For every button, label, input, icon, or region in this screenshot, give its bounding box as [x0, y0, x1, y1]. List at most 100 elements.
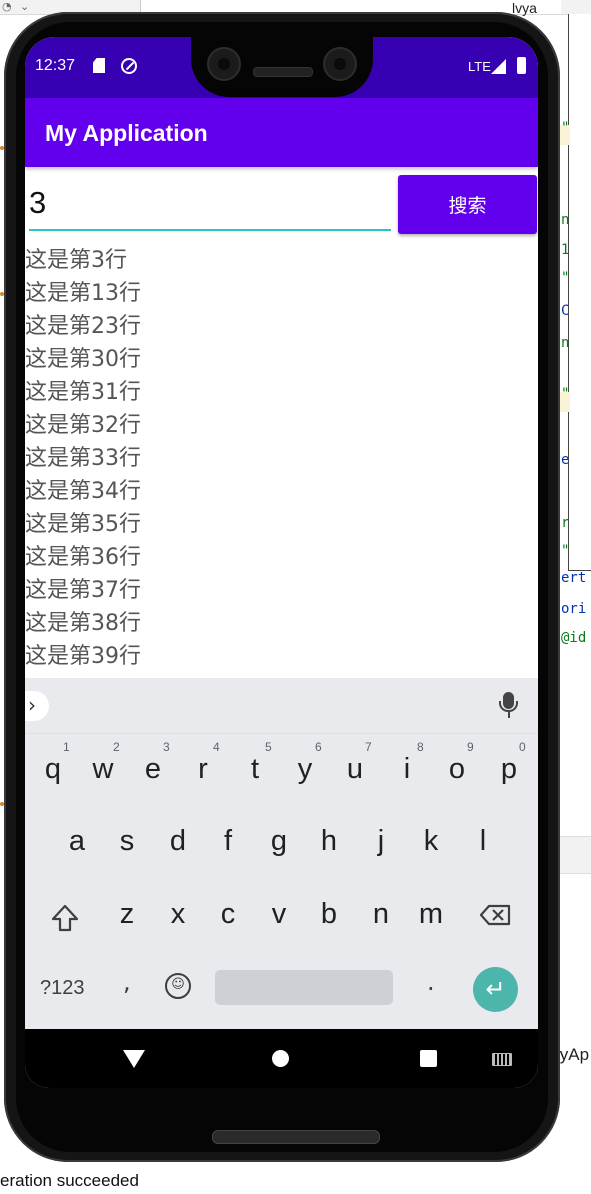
key-q[interactable]: q [33, 753, 73, 786]
list-item[interactable]: 这是第38行 [25, 607, 538, 640]
ide-code-fragment: n [561, 335, 570, 351]
camera-notch [191, 37, 373, 97]
key-m[interactable]: m [411, 898, 451, 931]
key-hint: 0 [519, 740, 526, 754]
list-item[interactable]: 这是第39行 [25, 640, 538, 673]
key-a[interactable]: a [57, 825, 97, 858]
key-l[interactable]: l [463, 825, 503, 858]
list-item[interactable]: 这是第30行 [25, 343, 538, 376]
earpiece [253, 67, 313, 77]
app-bar: My Application [25, 98, 538, 167]
key-e[interactable]: e [133, 753, 173, 786]
list-item[interactable]: 这是第3行 [25, 244, 538, 277]
key-s[interactable]: s [107, 825, 147, 858]
ide-code-fragment: " [561, 270, 570, 286]
key-f[interactable]: f [208, 825, 248, 858]
result-list[interactable]: 这是第3行 这是第13行 这是第23行 这是第30行 这是第31行 这是第32行 这是第33… [25, 244, 538, 684]
back-icon[interactable] [123, 1050, 145, 1068]
recents-icon[interactable] [420, 1050, 437, 1067]
key-d[interactable]: d [158, 825, 198, 858]
list-item[interactable]: 这是第23行 [25, 310, 538, 343]
key-hint: 9 [467, 740, 474, 754]
ide-tab-label[interactable]: lvya [512, 0, 537, 16]
list-item[interactable]: 这是第35行 [25, 508, 538, 541]
ide-code-fragment: " [561, 386, 570, 402]
ide-code-fragment: r [561, 515, 570, 531]
keyboard-switch-icon[interactable] [492, 1053, 512, 1066]
key-u[interactable]: u [335, 753, 375, 786]
list-item[interactable]: 这是第31行 [25, 376, 538, 409]
suggestion-strip: › [25, 678, 538, 734]
ide-code-fragment: 1 [561, 242, 570, 258]
key-y[interactable]: y [285, 753, 325, 786]
key-w[interactable]: w [83, 753, 123, 786]
ide-code-fragment: " [561, 543, 570, 559]
emoji-icon[interactable]: ☺ [165, 973, 191, 999]
device-screen: 12:37 LTE My Application 搜索 这是第3行这是第13行这… [25, 37, 538, 1088]
key-h[interactable]: h [309, 825, 349, 858]
ide-code-fragment: C [561, 303, 570, 319]
data-saver-icon [121, 58, 137, 74]
battery-icon [517, 57, 526, 74]
key-hint: 3 [163, 740, 170, 754]
ide-dropdown-icon[interactable]: ⌄ [20, 0, 29, 13]
key-hint: 2 [113, 740, 120, 754]
status-bar: 12:37 LTE [25, 37, 538, 98]
mic-icon[interactable] [499, 692, 518, 712]
ide-toolbar-icon[interactable]: ◔ [2, 0, 12, 13]
key-r[interactable]: r [183, 753, 223, 786]
expand-toolbar-icon[interactable]: › [25, 691, 49, 721]
key-x[interactable]: x [158, 898, 198, 931]
search-button[interactable]: 搜索 [398, 175, 537, 234]
list-item[interactable]: 这是第34行 [25, 475, 538, 508]
key-o[interactable]: o [437, 753, 477, 786]
symbols-key[interactable]: ?123 [40, 977, 85, 1000]
key-c[interactable]: c [208, 898, 248, 931]
list-item[interactable]: 这是第32行 [25, 409, 538, 442]
shift-icon[interactable] [51, 903, 79, 933]
key-hint: 1 [63, 740, 70, 754]
key-k[interactable]: k [411, 825, 451, 858]
key-j[interactable]: j [361, 825, 401, 858]
space-bar[interactable] [215, 970, 393, 1005]
key-hint: 7 [365, 740, 372, 754]
ide-panel-band [560, 836, 591, 874]
sd-card-icon [93, 58, 105, 73]
ide-status-text: eration succeeded [0, 1171, 139, 1190]
signal-icon [491, 59, 506, 74]
list-item[interactable]: 这是第37行 [25, 574, 538, 607]
key-b[interactable]: b [309, 898, 349, 931]
list-item[interactable]: 这是第13行 [25, 277, 538, 310]
bottom-speaker [212, 1130, 380, 1144]
network-type: LTE [468, 59, 491, 74]
period-key[interactable]: . [427, 968, 435, 996]
key-g[interactable]: g [259, 825, 299, 858]
key-n[interactable]: n [361, 898, 401, 931]
key-i[interactable]: i [387, 753, 427, 786]
backspace-icon[interactable] [479, 904, 511, 926]
ide-code-fragment: ori [561, 601, 587, 617]
enter-key[interactable]: ↵ [473, 967, 518, 1012]
list-item[interactable]: 这是第33行 [25, 442, 538, 475]
list-item[interactable]: 这是第36行 [25, 541, 538, 574]
key-z[interactable]: z [107, 898, 147, 931]
search-input[interactable] [29, 177, 391, 231]
key-v[interactable]: v [259, 898, 299, 931]
comma-key[interactable]: , [123, 968, 131, 996]
mic-stand [508, 712, 510, 718]
key-t[interactable]: t [235, 753, 275, 786]
ide-preview-panel [568, 14, 591, 571]
ide-run-label: lyAp [556, 1045, 590, 1064]
home-icon[interactable] [272, 1050, 289, 1067]
ide-code-fragment: ert [561, 570, 587, 586]
front-camera-icon [323, 47, 357, 81]
ide-code-fragment: n [561, 212, 570, 228]
ide-code-fragment: e [561, 452, 570, 468]
status-time: 12:37 [35, 57, 76, 74]
soft-keyboard: › q1w2e3r4 t5y6u7 i8o9 p0 asdfghjkl zxcvbnm ?… [25, 678, 538, 1029]
key-p[interactable]: p [489, 753, 529, 786]
front-camera-icon [207, 47, 241, 81]
navigation-bar [25, 1029, 538, 1088]
key-hint: 6 [315, 740, 322, 754]
key-hint: 8 [417, 740, 424, 754]
